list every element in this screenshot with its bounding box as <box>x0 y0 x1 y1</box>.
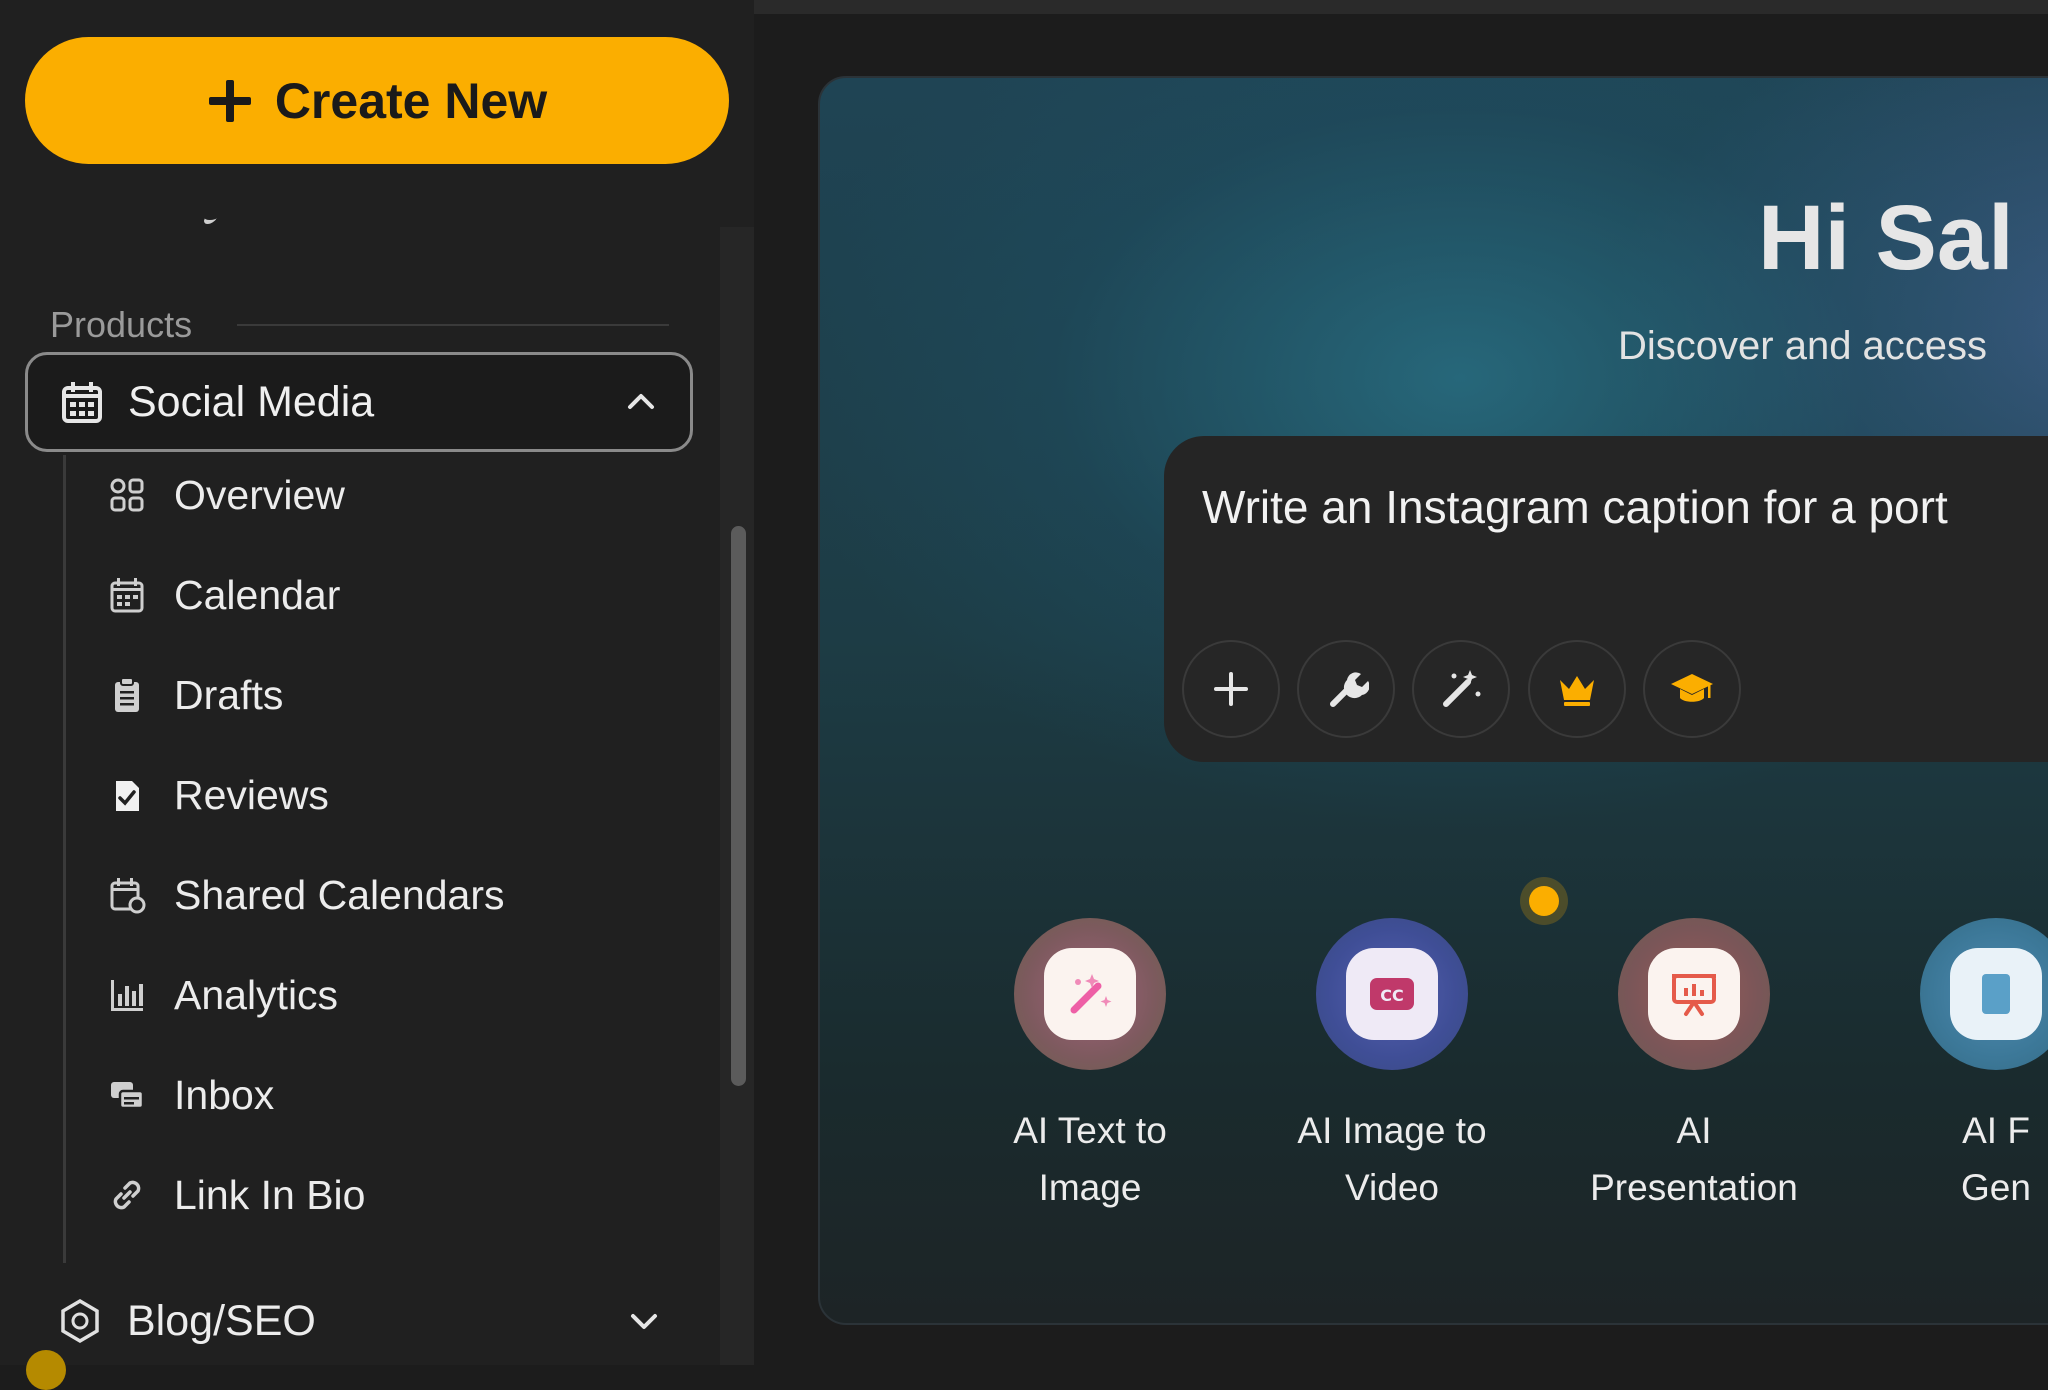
greeting-title: Hi Sal <box>1758 187 2014 289</box>
sidebar-item-label: Link In Bio <box>174 1171 366 1218</box>
tools-button[interactable] <box>1297 640 1395 738</box>
product-label: Blog/SEO <box>127 1296 316 1345</box>
top-bar <box>754 0 2048 14</box>
premium-button[interactable] <box>1528 640 1626 738</box>
clipped-text-fragment <box>201 212 221 224</box>
section-divider <box>237 324 669 326</box>
tile-label-line: AI <box>1676 1110 1712 1151</box>
tile-label-line: Gen <box>1961 1167 2031 1208</box>
tile-icon-circle <box>1618 918 1770 1070</box>
sidebar-item-label: Drafts <box>174 671 284 718</box>
crown-icon <box>1560 676 1594 706</box>
tile-icon-circle <box>1014 918 1166 1070</box>
magic-wand-icon <box>1443 670 1481 707</box>
create-new-label: Create New <box>274 72 548 129</box>
tile-label-line: AI F <box>1962 1110 2030 1151</box>
sidebar-item-link-in-bio[interactable]: Link In Bio <box>63 1155 683 1235</box>
plus-icon <box>208 79 251 122</box>
tile-ai-image-to-video[interactable]: CC AI Image to Video <box>1277 918 1507 1216</box>
tile-label: AI Presentation <box>1579 1102 1809 1216</box>
link-icon <box>113 1180 141 1210</box>
sidebar-item-calendar[interactable]: Calendar <box>63 555 683 635</box>
avatar[interactable] <box>26 1350 66 1390</box>
inbox-icon <box>111 1082 145 1110</box>
tile-label: AI F Gen <box>1881 1102 2048 1216</box>
calendar-icon <box>62 382 102 423</box>
tile-ai-presentation[interactable]: AI Presentation <box>1579 918 1809 1216</box>
tile-label-line: Presentation <box>1590 1167 1798 1208</box>
prompt-box[interactable]: Write an Instagram caption for a port <box>1164 436 2048 762</box>
tile-ai-text-to-image[interactable]: AI Text to Image <box>975 918 1205 1216</box>
review-check-icon <box>116 781 139 811</box>
tile-icon-circle <box>1920 918 2048 1070</box>
product-social-media[interactable]: Social Media <box>25 352 693 452</box>
plus-icon <box>1214 672 1248 706</box>
captions-icon: CC <box>1370 978 1414 1010</box>
tile-label: AI Text to Image <box>975 1102 1205 1216</box>
shared-calendar-icon <box>110 878 146 914</box>
calendar-icon <box>110 578 144 613</box>
learn-button[interactable] <box>1643 640 1741 738</box>
sidebar-item-overview[interactable]: Overview <box>63 455 683 535</box>
prompt-input[interactable]: Write an Instagram caption for a port <box>1202 480 1948 534</box>
create-new-button[interactable]: Create New <box>25 37 729 164</box>
sidebar-item-shared-calendars[interactable]: Shared Calendars <box>63 855 683 935</box>
chevron-up-icon[interactable] <box>626 389 656 413</box>
sidebar-item-label: Inbox <box>174 1071 275 1118</box>
tile-label-line: AI Text to <box>1013 1110 1167 1151</box>
new-badge-dot <box>1529 886 1559 916</box>
chevron-down-icon[interactable] <box>629 1310 659 1334</box>
tile-label-line: Image <box>1038 1167 1142 1208</box>
tile-icon-background: CC <box>1346 948 1438 1040</box>
product-blog-seo[interactable]: Blog/SEO <box>25 1278 693 1364</box>
greeting-subtitle: Discover and access <box>1618 324 1988 368</box>
product-label: Social Media <box>128 377 375 426</box>
graduation-cap-icon <box>1671 674 1713 702</box>
clipboard-icon <box>115 677 139 712</box>
hexagon-icon <box>61 1298 99 1344</box>
tile-icon-background <box>1950 948 2042 1040</box>
tile-label-line: Video <box>1345 1167 1439 1208</box>
svg-text:CC: CC <box>1380 986 1403 1005</box>
wrench-icon <box>1330 672 1369 707</box>
sidebar-item-label: Analytics <box>174 971 339 1018</box>
document-icon <box>1982 974 2010 1014</box>
sidebar-item-label: Reviews <box>174 771 329 818</box>
add-button[interactable] <box>1182 640 1280 738</box>
tile-icon-background <box>1648 948 1740 1040</box>
hero-panel: Hi Sal Discover and access Write an Inst… <box>818 76 2048 1325</box>
section-label-products: Products <box>50 304 193 345</box>
sidebar: Create New Products Social Media Overvie… <box>0 0 754 1390</box>
sidebar-item-label: Shared Calendars <box>174 871 505 918</box>
tile-icon-background <box>1044 948 1136 1040</box>
tile-label: AI Image to Video <box>1277 1102 1507 1216</box>
tile-icon-circle: CC <box>1316 918 1468 1070</box>
tile-label-line: AI Image to <box>1297 1110 1487 1151</box>
magic-wand-icon <box>1070 974 1112 1014</box>
bar-chart-icon <box>111 980 143 1011</box>
sidebar-scrollbar-thumb[interactable] <box>731 526 746 1086</box>
sidebar-item-analytics[interactable]: Analytics <box>63 955 683 1035</box>
tile-ai-fourth[interactable]: AI F Gen <box>1881 918 2048 1216</box>
sidebar-item-label: Overview <box>174 471 345 518</box>
sidebar-item-drafts[interactable]: Drafts <box>63 655 683 735</box>
presentation-icon <box>1672 974 1716 1016</box>
sidebar-item-inbox[interactable]: Inbox <box>63 1055 683 1135</box>
magic-button[interactable] <box>1412 640 1510 738</box>
overview-grid-icon <box>110 478 144 512</box>
sidebar-item-label: Calendar <box>174 571 341 618</box>
sidebar-item-reviews[interactable]: Reviews <box>63 755 683 835</box>
